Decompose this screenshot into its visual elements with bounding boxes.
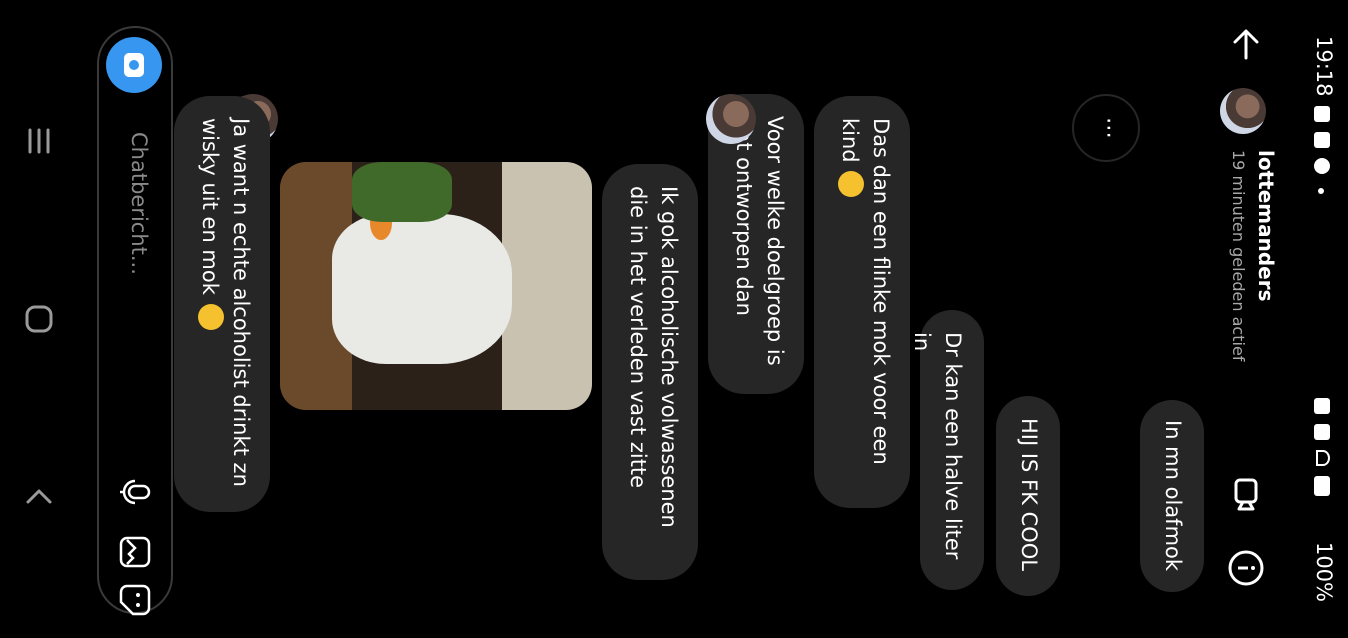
more-options-bubble[interactable]: ⋯	[1072, 94, 1140, 162]
message-bubble-sent[interactable]: In mn olafmok	[1140, 400, 1204, 592]
message-bubble-sent[interactable]: Dr kan een halve liter in	[910, 310, 984, 590]
message-text: In mn olafmok	[1161, 420, 1185, 572]
arrow-left-icon[interactable]	[1226, 24, 1266, 64]
gallery-icon[interactable]	[117, 534, 153, 570]
mute-icon	[1314, 424, 1330, 440]
photo-mug	[332, 214, 512, 364]
message-text: Ja want n echte alcoholist drinkt zn wis…	[198, 118, 253, 487]
signal-icon	[1314, 476, 1330, 496]
username[interactable]: lottemanders	[1254, 150, 1278, 302]
message-text: Ik gok alcoholische volwassenen die in h…	[626, 186, 681, 528]
sticker-icon[interactable]	[117, 582, 153, 618]
avatar[interactable]	[1220, 88, 1266, 134]
avatar[interactable]	[706, 94, 756, 144]
nfc-icon	[1314, 398, 1330, 414]
phone-screen: 19:18 100% lottemanders 19 minuten geled…	[0, 0, 1348, 638]
microphone-icon[interactable]	[117, 474, 153, 510]
photo-background-window	[502, 162, 592, 410]
video-call-icon[interactable]	[1226, 474, 1266, 514]
gallery-notification-icon	[1314, 106, 1330, 122]
status-bar: 19:18 100%	[1292, 0, 1348, 638]
battery-percentage: 100%	[1312, 541, 1336, 602]
message-text: Das dan een flinke mok voor een kind	[838, 118, 893, 465]
message-bubble-received[interactable]: Ja want n echte alcoholist drinkt zn wis…	[174, 96, 270, 512]
bol-notification-icon	[1314, 132, 1330, 148]
laughing-emoji-icon	[198, 303, 224, 330]
message-text: HIJ IS FK COOL	[1017, 418, 1041, 571]
activity-status: 19 minuten geleden actief	[1229, 150, 1248, 362]
message-bubble-received[interactable]: Das dan een flinke mok voor een kind	[814, 96, 910, 508]
message-text: Dr kan een halve liter in	[910, 332, 965, 560]
system-navigation-bar	[0, 0, 76, 638]
shared-photo[interactable]	[280, 162, 592, 410]
message-bubble-sent[interactable]: HIJ IS FK COOL	[996, 396, 1060, 596]
message-input[interactable]: Chatbericht...	[127, 132, 151, 275]
message-composer[interactable]: Chatbericht...	[97, 26, 173, 616]
recent-apps-icon[interactable]	[22, 124, 56, 158]
home-icon[interactable]	[22, 302, 56, 336]
status-time: 19:18	[1312, 36, 1336, 97]
message-bubble-sent[interactable]: Ik gok alcoholische volwassenen die in h…	[602, 164, 698, 580]
ellipsis-icon: ⋯	[1096, 117, 1121, 139]
nav-back-icon[interactable]	[22, 480, 56, 514]
photo-plant	[352, 162, 452, 222]
app-notification-icon	[1314, 158, 1330, 174]
camera-icon[interactable]	[106, 37, 162, 93]
thinking-emoji-icon	[838, 171, 864, 198]
info-icon[interactable]	[1226, 548, 1266, 588]
wifi-icon	[1316, 450, 1330, 466]
more-notifications-dot	[1318, 188, 1324, 194]
message-text: Voor welke doelgroep is dat ontworpen da…	[732, 116, 787, 366]
